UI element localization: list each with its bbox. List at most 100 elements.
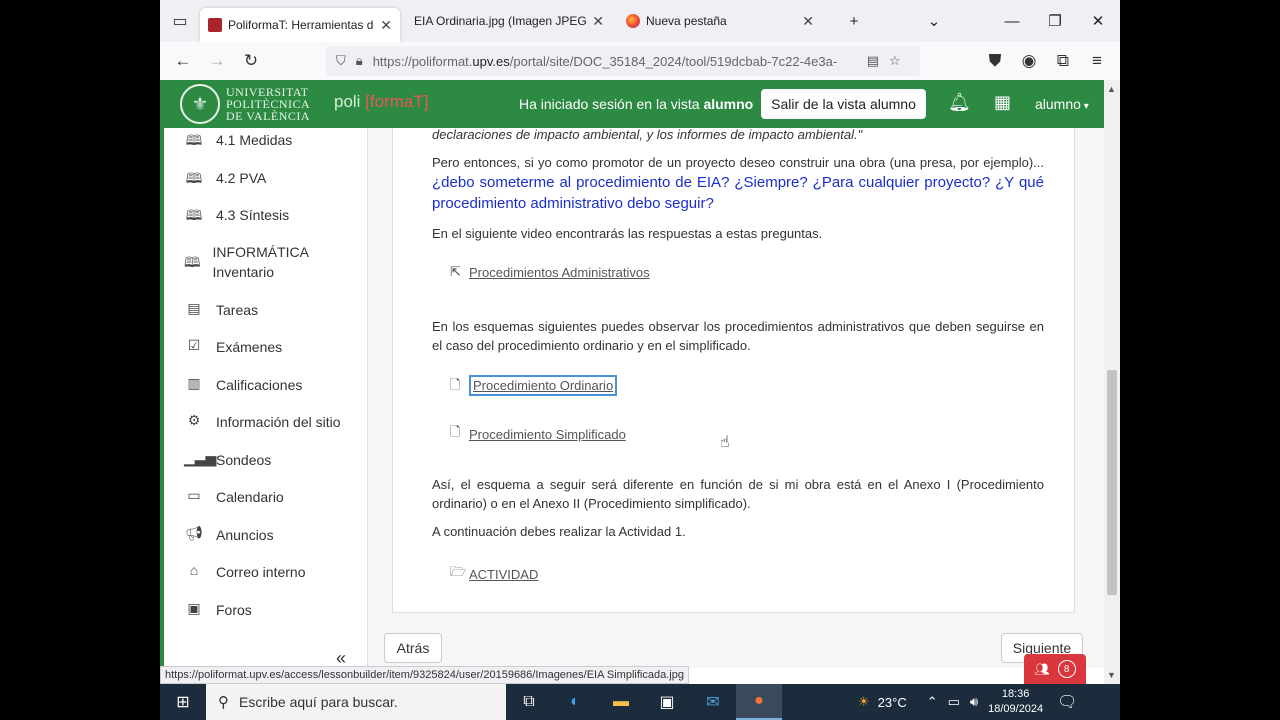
sidebar: 🕮︎ 4.1 Medidas 🕮︎ 4.2 PVA 🕮︎ 4.3 Síntesis 🕮… (160, 128, 368, 668)
pocket-icon[interactable]: ⛊ (978, 44, 1012, 78)
paragraph-video: En el siguiente video encontrarás las re… (432, 226, 823, 241)
tab-eia-image[interactable]: EIA Ordinaria.jpg (Imagen JPEG, 373 ✕ (400, 4, 612, 38)
close-window-icon[interactable]: ✕ (1076, 0, 1120, 42)
paragraph-actividad: A continuación debes realizar la Activid… (432, 524, 686, 539)
hand-cursor-icon: ☝ (720, 434, 730, 451)
close-tab-icon[interactable]: ✕ (592, 13, 604, 30)
sidebar-item-pva[interactable]: 🕮︎ 4.2 PVA (184, 168, 267, 192)
close-tab-icon[interactable]: ✕ (802, 13, 814, 30)
sidebar-item-correo[interactable]: ⌂ Correo interno (184, 562, 306, 582)
bar-chart-icon: ▁▃▅ (184, 450, 217, 466)
external-link-icon: ⇱ (450, 264, 461, 279)
taskbar-search[interactable]: ⚲ Escribe aquí para buscar. (206, 684, 506, 720)
sidebar-item-info-sitio[interactable]: ⚙ Información del sitio (184, 412, 341, 432)
upv-logo[interactable]: UNIVERSITAT POLITÈCNICA DE VALÈNCIA (226, 86, 310, 122)
browser-window: ▭ PoliformaT: Herramientas de e ✕ EIA Or… (160, 0, 1120, 684)
store-icon[interactable]: ▣ (644, 684, 690, 720)
link-procedimiento-ordinario[interactable]: 🗋︎ Procedimiento Ordinario (450, 372, 618, 398)
folder-open-icon: 🗁︎ (450, 564, 467, 579)
url-bar[interactable]: ⛉ 🔒︎ https://poliformat.upv.es/portal/si… (326, 46, 920, 76)
task-view-icon[interactable]: ⧉ (506, 684, 552, 720)
bell-icon[interactable]: 🔔︎ (948, 92, 971, 113)
clock[interactable]: 18:36 18/09/2024 (988, 687, 1043, 717)
users-icon: 👥︎ (1034, 662, 1050, 676)
megaphone-icon: 📢︎ (185, 525, 203, 541)
page-scrollbar[interactable]: ▲ ▼ (1104, 80, 1120, 684)
nav-toolbar: ← → ↻ ⛉ 🔒︎ https://poliformat.upv.es/por… (160, 42, 1120, 80)
tab-poliformat[interactable]: PoliformaT: Herramientas de e ✕ (200, 8, 400, 42)
quote-tail: declaraciones de impacto ambiental, y lo… (432, 128, 863, 142)
tab-strip: ▭ PoliformaT: Herramientas de e ✕ EIA Or… (160, 0, 1120, 42)
paragraph-anexo: Así, el esquema a seguir será diferente … (432, 477, 1044, 511)
back-icon[interactable]: ← (166, 44, 200, 78)
menu-icon[interactable]: ≡ (1080, 44, 1114, 78)
sidebar-item-anuncios[interactable]: 📢︎ Anuncios (184, 525, 273, 545)
chevron-down-icon[interactable]: ⌄ (912, 0, 956, 42)
chat-count-badge: 8 (1057, 660, 1076, 678)
scrollbar-thumb[interactable] (1107, 370, 1117, 595)
book-icon: 🕮︎ (185, 132, 203, 148)
mail-icon[interactable]: ✉ (690, 684, 736, 720)
notifications-icon[interactable]: 🗨︎ (1057, 692, 1077, 712)
reader-view-icon[interactable]: ▤ (867, 53, 879, 69)
poliformat-logo[interactable]: poli [formaT] (334, 92, 429, 112)
grades-icon: ▥ (187, 375, 201, 391)
reload-icon[interactable]: ↻ (234, 44, 268, 78)
user-menu[interactable]: alumno (1035, 96, 1089, 112)
sidebar-item-medidas[interactable]: 🕮︎ 4.1 Medidas (184, 130, 293, 154)
new-tab-icon[interactable]: + (832, 0, 876, 42)
file-icon: 🗋︎ (450, 377, 461, 392)
network-icon[interactable]: ▭ (948, 694, 960, 710)
book-icon: 🕮︎ (185, 170, 203, 186)
link-procedimientos-administrativos[interactable]: ⇱ Procedimientos Administrativos (450, 264, 650, 280)
sidebar-item-calificaciones[interactable]: ▥ Calificaciones (184, 375, 302, 395)
paragraph-esquemas: En los esquemas siguientes puedes observ… (432, 319, 1044, 353)
sidebar-item-calendario[interactable]: ▭ Calendario (184, 487, 283, 507)
sidebar-item-sondeos[interactable]: ▁▃▅ Sondeos (184, 450, 271, 470)
file-icon: 🗋︎ (450, 424, 461, 439)
inbox-icon: ⌂ (189, 562, 199, 578)
previous-button[interactable]: Atrás (384, 633, 442, 663)
close-tab-icon[interactable]: ✕ (380, 17, 392, 34)
link-actividad[interactable]: 🗁︎ ACTIVIDAD (450, 563, 538, 585)
firefox-favicon-icon (626, 14, 640, 28)
system-tray[interactable]: ⌃ ▭ 🔊︎ (927, 694, 978, 710)
apps-grid-icon[interactable]: ▦ (994, 92, 1011, 113)
chat-button[interactable]: 👥︎ 8 (1024, 654, 1086, 684)
main-content: declaraciones de impacto ambiental, y lo… (368, 128, 1104, 668)
tab-title: PoliformaT: Herramientas de e (228, 18, 375, 32)
shield-icon[interactable]: ⛉ (336, 53, 346, 69)
sidebar-item-sintesis[interactable]: 🕮︎ 4.3 Síntesis (184, 205, 289, 229)
file-explorer-icon[interactable]: ▬ (598, 684, 644, 720)
link-status-bar: https://poliformat.upv.es/access/lessonb… (160, 666, 689, 684)
sidebar-item-tareas[interactable]: ▤ Tareas (184, 300, 258, 320)
assignment-icon: ▤ (187, 300, 201, 316)
bookmark-star-icon[interactable]: ☆ (889, 53, 901, 69)
checkbox-icon: ☑ (187, 337, 201, 353)
sidebar-item-examenes[interactable]: ☑ Exámenes (184, 337, 282, 357)
lock-icon[interactable]: 🔒︎ (356, 53, 363, 69)
windows-start-icon[interactable]: ⊞ (160, 684, 206, 720)
url-text[interactable]: https://poliformat.upv.es/portal/site/DO… (373, 54, 853, 69)
paragraph-question: Pero entonces, si yo como promotor de un… (432, 155, 1044, 212)
scroll-down-icon[interactable]: ▼ (1107, 670, 1116, 680)
exit-student-view-button[interactable]: Salir de la vista alumno (761, 89, 926, 119)
scroll-up-icon[interactable]: ▲ (1107, 84, 1116, 94)
weather-widget[interactable]: ☀ 23°C (858, 694, 907, 710)
forward-icon[interactable]: → (200, 44, 234, 78)
tab-new[interactable]: Nueva pestaña ✕ (612, 4, 822, 38)
minimize-icon[interactable]: — (990, 0, 1034, 42)
edge-icon[interactable]: ◐ (552, 684, 598, 720)
firefox-icon[interactable]: ● (736, 684, 782, 720)
search-icon: ⚲ (218, 694, 229, 711)
restore-icon[interactable]: ❐ (1033, 0, 1077, 42)
taskbar: ⊞ ⚲ Escribe aquí para buscar. ⧉ ◐ ▬ ▣ ✉ … (160, 684, 1120, 720)
account-icon[interactable]: ◉ (1012, 44, 1046, 78)
sidebar-item-foros[interactable]: ▣ Foros (184, 600, 251, 620)
volume-icon[interactable]: 🔊︎ (970, 694, 978, 710)
extensions-icon[interactable]: ⧉ (1046, 44, 1080, 78)
tab-list-icon[interactable]: ▭ (160, 0, 200, 42)
sidebar-item-informatica[interactable]: 🕮︎ INFORMÁTICA Inventario (184, 242, 314, 282)
link-procedimiento-simplificado[interactable]: 🗋︎ Procedimiento Simplificado (450, 423, 626, 445)
tray-chevron-icon[interactable]: ⌃ (927, 694, 938, 710)
